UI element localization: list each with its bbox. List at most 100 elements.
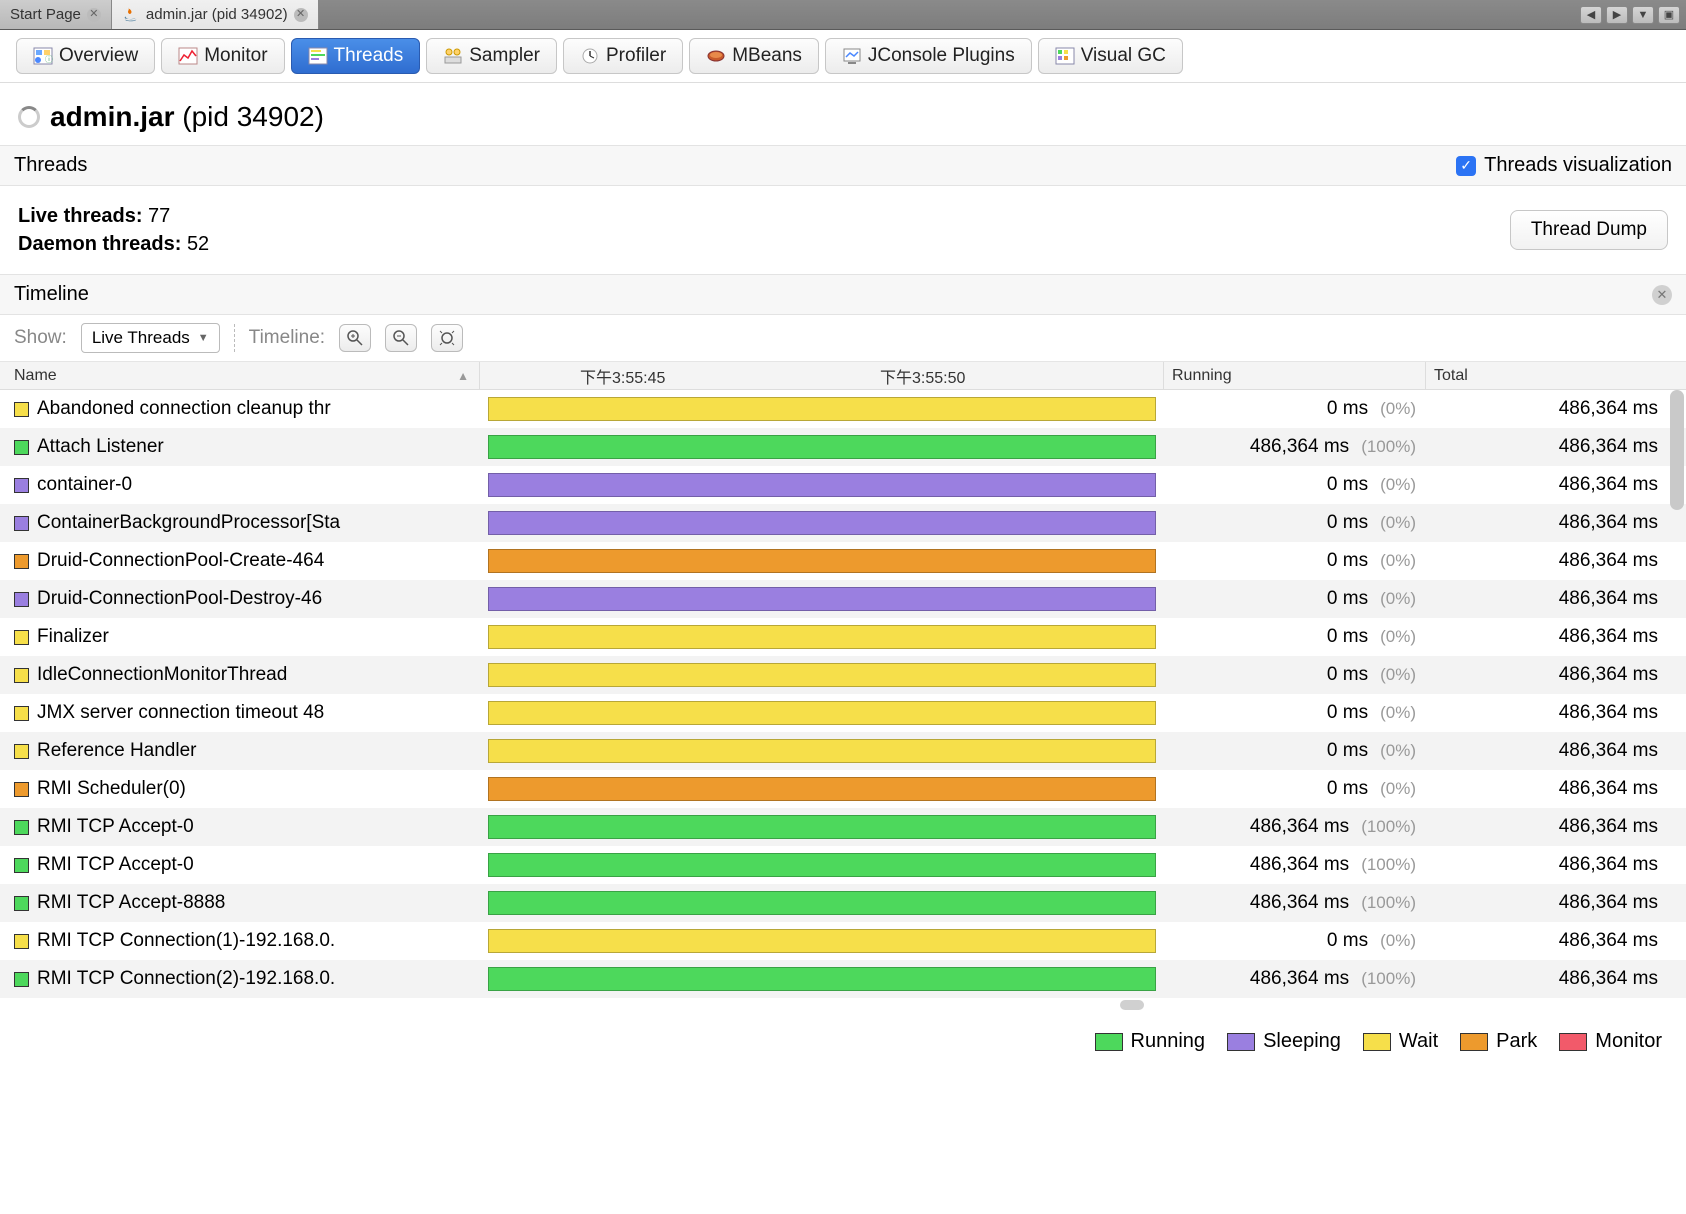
- thread-name-cell: Abandoned connection cleanup thr: [0, 398, 480, 420]
- table-row[interactable]: RMI TCP Connection(2)-192.168.0.486,364 …: [0, 960, 1686, 998]
- thread-total-cell: 486,364 ms: [1426, 816, 1686, 838]
- table-row[interactable]: RMI TCP Connection(1)-192.168.0.0 ms(0%)…: [0, 922, 1686, 960]
- legend-running: Running: [1095, 1030, 1206, 1053]
- table-row[interactable]: Finalizer0 ms(0%)486,364 ms: [0, 618, 1686, 656]
- tab-label: Monitor: [204, 45, 267, 67]
- thread-dump-button[interactable]: Thread Dump: [1510, 210, 1668, 250]
- running-value: 0 ms: [1327, 512, 1368, 534]
- thread-running-cell: 0 ms(0%): [1164, 740, 1426, 762]
- thread-total-cell: 486,364 ms: [1426, 398, 1686, 420]
- thread-timeline-cell: [480, 929, 1164, 953]
- window-tab-admin[interactable]: admin.jar (pid 34902) ✕: [112, 0, 319, 29]
- column-label: Total: [1434, 367, 1468, 385]
- table-row[interactable]: Attach Listener486,364 ms(100%)486,364 m…: [0, 428, 1686, 466]
- zoom-in-icon: [346, 329, 364, 347]
- thread-name: Abandoned connection cleanup thr: [37, 398, 331, 420]
- tab-overview[interactable]: ⓘ Overview: [16, 38, 155, 74]
- table-row[interactable]: Druid-ConnectionPool-Create-4640 ms(0%)4…: [0, 542, 1686, 580]
- running-value: 486,364 ms: [1250, 968, 1349, 990]
- running-pct: (0%): [1380, 475, 1416, 495]
- table-row[interactable]: ContainerBackgroundProcessor[Sta0 ms(0%)…: [0, 504, 1686, 542]
- table-row[interactable]: RMI Scheduler(0)0 ms(0%)486,364 ms: [0, 770, 1686, 808]
- close-icon[interactable]: ✕: [1652, 285, 1672, 305]
- thread-name: IdleConnectionMonitorThread: [37, 664, 287, 686]
- thread-name: Druid-ConnectionPool-Destroy-46: [37, 588, 322, 610]
- timeline-bar: [488, 625, 1156, 649]
- thread-timeline-cell: [480, 815, 1164, 839]
- nav-forward-icon[interactable]: ▶: [1606, 6, 1628, 24]
- dropdown-icon[interactable]: ▼: [1632, 6, 1654, 24]
- timeline-bar: [488, 929, 1156, 953]
- running-pct: (0%): [1380, 779, 1416, 799]
- legend-swatch: [1460, 1033, 1488, 1051]
- thread-running-cell: 486,364 ms(100%): [1164, 968, 1426, 990]
- column-name[interactable]: Name ▲: [0, 362, 480, 389]
- table-row[interactable]: RMI TCP Accept-0486,364 ms(100%)486,364 …: [0, 846, 1686, 884]
- mbeans-icon: [706, 47, 726, 65]
- column-timeline[interactable]: 下午3:55:45 下午3:55:50: [480, 362, 1164, 389]
- running-pct: (100%): [1361, 437, 1416, 457]
- thread-state-icon: [14, 896, 29, 911]
- thread-running-cell: 486,364 ms(100%): [1164, 436, 1426, 458]
- legend-label: Park: [1496, 1030, 1537, 1053]
- tab-mbeans[interactable]: MBeans: [689, 38, 819, 74]
- daemon-threads-label: Daemon threads:: [18, 233, 181, 255]
- thread-state-icon: [14, 478, 29, 493]
- threads-visualization-checkbox[interactable]: ✓ Threads visualization: [1456, 154, 1672, 177]
- monitor-icon: [178, 47, 198, 65]
- zoom-in-button[interactable]: [339, 324, 371, 352]
- tab-visualgc[interactable]: Visual GC: [1038, 38, 1183, 74]
- tab-threads[interactable]: Threads: [291, 38, 421, 74]
- table-row[interactable]: IdleConnectionMonitorThread0 ms(0%)486,3…: [0, 656, 1686, 694]
- tab-sampler[interactable]: Sampler: [426, 38, 557, 74]
- table-row[interactable]: RMI TCP Accept-8888486,364 ms(100%)486,3…: [0, 884, 1686, 922]
- table-row[interactable]: RMI TCP Accept-0486,364 ms(100%)486,364 …: [0, 808, 1686, 846]
- table-row[interactable]: JMX server connection timeout 480 ms(0%)…: [0, 694, 1686, 732]
- tab-label: Threads: [334, 45, 404, 67]
- tab-jconsole[interactable]: JConsole Plugins: [825, 38, 1032, 74]
- title-section: admin.jar (pid 34902): [0, 83, 1686, 145]
- column-running[interactable]: Running: [1164, 362, 1426, 389]
- column-total[interactable]: Total: [1426, 362, 1686, 389]
- table-row[interactable]: container-00 ms(0%)486,364 ms: [0, 466, 1686, 504]
- close-icon[interactable]: ✕: [294, 8, 308, 22]
- thread-state-icon: [14, 592, 29, 607]
- nav-back-icon[interactable]: ◀: [1580, 6, 1602, 24]
- thread-total-cell: 486,364 ms: [1426, 664, 1686, 686]
- running-pct: (100%): [1361, 893, 1416, 913]
- close-icon[interactable]: ✕: [87, 8, 101, 22]
- zoom-fit-button[interactable]: [431, 324, 463, 352]
- thread-name: ContainerBackgroundProcessor[Sta: [37, 512, 340, 534]
- horizontal-scrollbar[interactable]: [1120, 1000, 1144, 1010]
- thread-timeline-cell: [480, 625, 1164, 649]
- running-value: 0 ms: [1327, 778, 1368, 800]
- window-tab-start[interactable]: Start Page ✕: [0, 0, 112, 29]
- thread-name: Druid-ConnectionPool-Create-464: [37, 550, 324, 572]
- table-row[interactable]: Reference Handler0 ms(0%)486,364 ms: [0, 732, 1686, 770]
- thread-state-icon: [14, 934, 29, 949]
- running-value: 0 ms: [1327, 550, 1368, 572]
- daemon-threads-value: 52: [187, 233, 209, 255]
- thread-name: Reference Handler: [37, 740, 196, 762]
- tab-profiler[interactable]: Profiler: [563, 38, 683, 74]
- thread-timeline-cell: [480, 891, 1164, 915]
- vertical-scrollbar[interactable]: [1670, 390, 1684, 510]
- legend-label: Sleeping: [1263, 1030, 1341, 1053]
- table-row[interactable]: Druid-ConnectionPool-Destroy-460 ms(0%)4…: [0, 580, 1686, 618]
- table-row[interactable]: Abandoned connection cleanup thr 0 ms(0%)…: [0, 390, 1686, 428]
- maximize-icon[interactable]: ▣: [1658, 6, 1680, 24]
- legend-swatch: [1363, 1033, 1391, 1051]
- tab-monitor[interactable]: Monitor: [161, 38, 284, 74]
- thread-running-cell: 0 ms(0%): [1164, 398, 1426, 420]
- timeline-bar: [488, 891, 1156, 915]
- thread-name-cell: RMI TCP Accept-8888: [0, 892, 480, 914]
- window-tab-label: admin.jar (pid 34902): [146, 6, 288, 23]
- show-dropdown[interactable]: Live Threads ▼: [81, 323, 220, 353]
- thread-running-cell: 0 ms(0%): [1164, 626, 1426, 648]
- thread-name: RMI TCP Accept-0: [37, 816, 194, 838]
- thread-name: RMI TCP Accept-0: [37, 854, 194, 876]
- loading-spinner-icon: [18, 106, 40, 128]
- show-label: Show:: [14, 327, 67, 349]
- zoom-out-button[interactable]: [385, 324, 417, 352]
- running-pct: (0%): [1380, 589, 1416, 609]
